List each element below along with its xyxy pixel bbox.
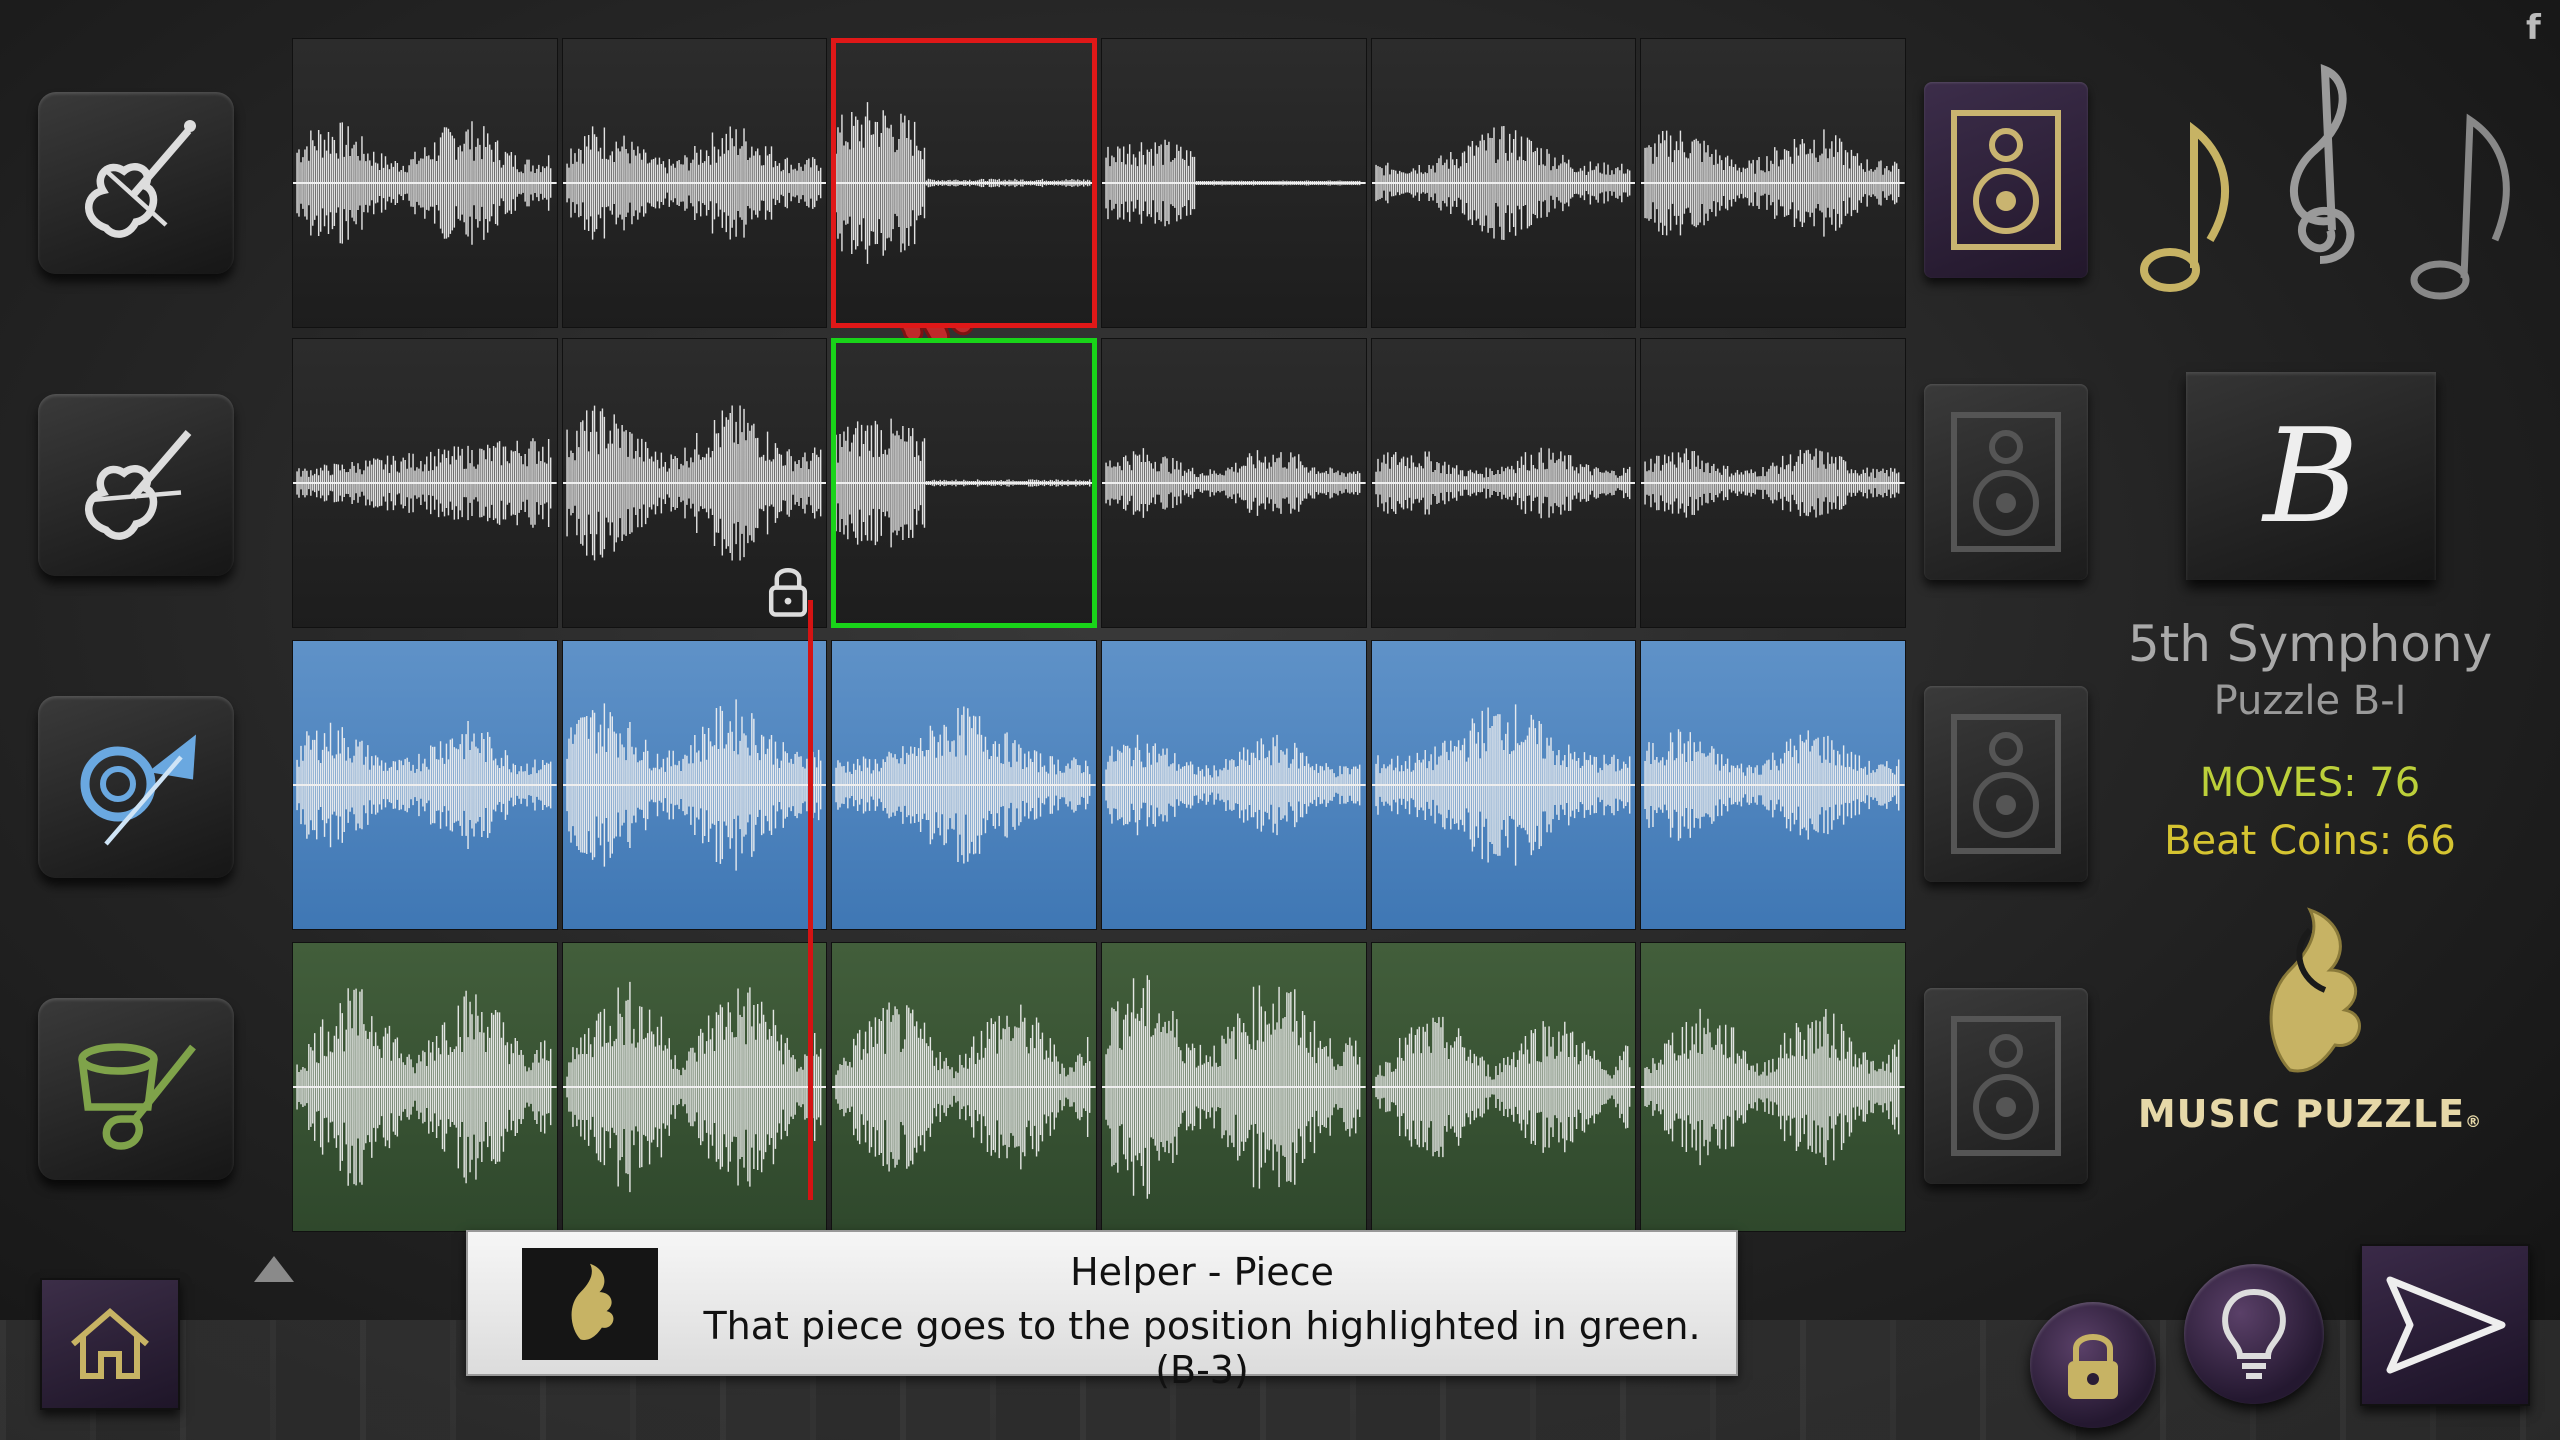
home-button[interactable] bbox=[40, 1278, 180, 1410]
grid-row-2 bbox=[292, 338, 1907, 628]
helper-title: Helper - Piece bbox=[1070, 1250, 1334, 1294]
waveform bbox=[293, 988, 557, 1186]
helper-logo-icon bbox=[522, 1248, 658, 1360]
moves-counter: MOVES: 76 bbox=[2199, 760, 2421, 806]
waveform bbox=[1641, 729, 1906, 841]
waveform bbox=[1371, 447, 1636, 519]
waveform bbox=[1641, 129, 1906, 237]
waveform bbox=[562, 126, 827, 240]
puzzle-subtitle: Puzzle B-I bbox=[2213, 678, 2407, 724]
brand-name: MUSIC PUZZLE® bbox=[2137, 1092, 2483, 1136]
waveform bbox=[293, 721, 557, 849]
waveform bbox=[1641, 1008, 1906, 1166]
puzzle-piece[interactable] bbox=[1101, 338, 1367, 628]
puzzle-piece[interactable] bbox=[1640, 338, 1907, 628]
waveform bbox=[1371, 125, 1636, 241]
beat-coins-counter: Beat Coins: 66 bbox=[2164, 818, 2456, 864]
lock-icon bbox=[769, 568, 808, 617]
waveform bbox=[832, 102, 1097, 264]
helper-message: That piece goes to the position highligh… bbox=[703, 1304, 1701, 1392]
puzzle-piece[interactable] bbox=[292, 38, 558, 328]
puzzle-piece[interactable] bbox=[292, 942, 558, 1232]
hint-button[interactable] bbox=[2184, 1264, 2324, 1404]
grid-row-1 bbox=[292, 38, 1907, 328]
waveform bbox=[832, 1002, 1097, 1172]
waveform bbox=[1102, 975, 1366, 1199]
drums-button[interactable] bbox=[38, 998, 234, 1180]
speaker-button-row-3[interactable] bbox=[1924, 686, 2088, 882]
puzzle-piece[interactable] bbox=[1370, 338, 1637, 628]
puzzle-piece[interactable] bbox=[561, 38, 828, 328]
waveform bbox=[832, 418, 1097, 548]
speaker-icon bbox=[1951, 714, 2061, 854]
level-letter: B bbox=[2263, 400, 2359, 552]
song-title: 5th Symphony bbox=[2127, 615, 2493, 673]
viola-button[interactable] bbox=[38, 394, 234, 576]
waveform bbox=[1641, 448, 1906, 518]
puzzle-piece[interactable] bbox=[292, 640, 558, 930]
lock-icon bbox=[2068, 1334, 2118, 1399]
puzzle-piece[interactable] bbox=[1101, 38, 1367, 328]
french-horn-icon bbox=[80, 734, 196, 846]
puzzle-piece[interactable] bbox=[1640, 640, 1907, 930]
waveform bbox=[293, 121, 557, 245]
waveform bbox=[1371, 704, 1636, 866]
violin-button[interactable] bbox=[38, 92, 234, 274]
puzzle-piece[interactable] bbox=[292, 338, 558, 628]
violin-icon bbox=[85, 120, 196, 238]
grid-row-4 bbox=[292, 942, 1907, 1232]
speaker-button-row-1[interactable] bbox=[1924, 82, 2088, 278]
puzzle-piece[interactable] bbox=[1370, 38, 1637, 328]
puzzle-piece[interactable] bbox=[1370, 942, 1637, 1232]
speaker-button-row-2[interactable] bbox=[1924, 384, 2088, 580]
eighth-note-icon bbox=[2140, 121, 2229, 292]
speaker-button-row-4[interactable] bbox=[1924, 988, 2088, 1184]
waveform bbox=[1371, 1016, 1636, 1158]
puzzle-piece[interactable] bbox=[1370, 640, 1637, 930]
puzzle-piece[interactable] bbox=[1101, 942, 1367, 1232]
puzzle-piece[interactable] bbox=[1640, 942, 1907, 1232]
eighth-note-grey-icon bbox=[2410, 113, 2510, 300]
speaker-icon bbox=[1951, 412, 2061, 552]
waveform bbox=[562, 981, 827, 1193]
puzzle-piece[interactable] bbox=[561, 338, 828, 628]
grid-row-3 bbox=[292, 640, 1907, 930]
level-badge: B bbox=[2186, 372, 2436, 580]
puzzle-piece[interactable] bbox=[831, 640, 1098, 930]
puzzle-piece[interactable] bbox=[831, 38, 1098, 328]
puzzle-grid bbox=[292, 38, 1907, 1232]
puzzle-piece[interactable] bbox=[831, 338, 1098, 628]
collapse-arrow-icon[interactable] bbox=[254, 1256, 294, 1282]
music-notes-decoration bbox=[2140, 63, 2510, 300]
lock-button[interactable] bbox=[2030, 1302, 2156, 1428]
music-puzzle-logo-icon bbox=[2269, 907, 2361, 1073]
waveform bbox=[832, 706, 1097, 864]
waveform bbox=[1102, 734, 1366, 836]
waveform bbox=[1102, 139, 1366, 227]
waveform bbox=[1102, 448, 1366, 518]
drums-guitar-icon bbox=[78, 1043, 196, 1150]
horn-button[interactable] bbox=[38, 696, 234, 878]
puzzle-piece[interactable] bbox=[1101, 640, 1367, 930]
speaker-icon bbox=[1951, 110, 2061, 250]
puzzle-piece[interactable] bbox=[561, 640, 828, 930]
treble-clef-icon bbox=[2289, 63, 2355, 264]
viola-icon bbox=[85, 430, 192, 540]
next-button[interactable] bbox=[2360, 1244, 2530, 1406]
paper-plane-icon bbox=[2386, 1276, 2506, 1374]
lightbulb-icon bbox=[2222, 1288, 2286, 1379]
helper-tooltip: Helper - Piece That piece goes to the po… bbox=[466, 1230, 1738, 1392]
puzzle-piece[interactable] bbox=[1640, 38, 1907, 328]
speaker-icon bbox=[1951, 1016, 2061, 1156]
waveform bbox=[293, 438, 557, 528]
puzzle-piece[interactable] bbox=[561, 942, 828, 1232]
puzzle-piece[interactable] bbox=[831, 942, 1098, 1232]
waveform bbox=[562, 699, 827, 871]
home-icon bbox=[71, 1308, 149, 1379]
playhead-line bbox=[808, 600, 813, 1200]
